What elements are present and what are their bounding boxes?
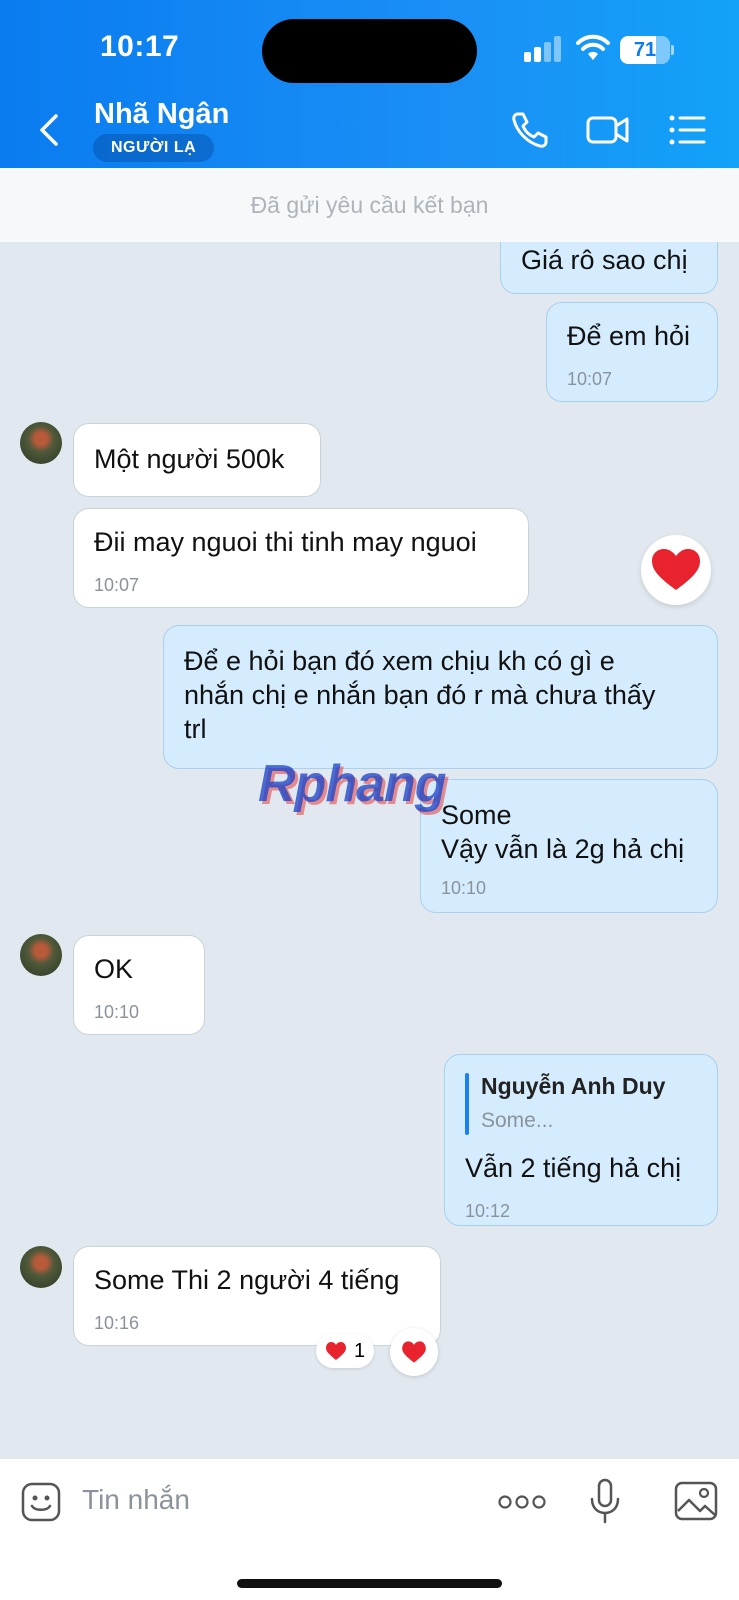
watermark-logo: Rphang [258, 755, 447, 813]
image-gallery-icon[interactable] [674, 1481, 718, 1521]
message-text: Để em hỏi [567, 321, 691, 351]
message-bubble-incoming[interactable]: Đii may nguoi thi tinh may nguoi 10:07 [73, 508, 529, 608]
microphone-icon[interactable] [588, 1477, 622, 1525]
cellular-signal-icon [524, 36, 561, 62]
heart-reaction-button[interactable] [641, 535, 711, 605]
message-bubble-outgoing[interactable]: Giá rô sao chị [500, 242, 718, 294]
message-input-bar: Tin nhắn [0, 1458, 739, 1600]
message-bubble-incoming[interactable]: Some Thi 2 người 4 tiếng 10:16 [73, 1246, 441, 1346]
more-options-icon[interactable] [498, 1493, 546, 1511]
message-time: 10:12 [465, 1201, 511, 1221]
menu-list-icon[interactable] [667, 108, 707, 152]
reply-snippet: Some... [481, 1109, 554, 1132]
message-list[interactable]: Giá rô sao chị Để em hỏi 10:07 Một người… [0, 242, 739, 1458]
heart-icon [326, 1342, 346, 1360]
status-time: 10:17 [100, 30, 180, 63]
message-text: Giá rô sao chị [521, 245, 688, 275]
battery-level: 71 [633, 39, 657, 61]
heart-icon [402, 1341, 426, 1363]
message-bubble-outgoing[interactable]: Để e hỏi bạn đó xem chịu kh có gì e nhắn… [163, 625, 718, 769]
stranger-badge: NGƯỜI LẠ [93, 134, 215, 162]
heart-reaction-button[interactable] [390, 1328, 438, 1376]
reply-quote-bar [465, 1073, 469, 1135]
message-bubble-outgoing[interactable]: Để em hỏi 10:07 [546, 302, 718, 402]
sticker-emoji-icon[interactable] [20, 1481, 62, 1523]
reaction-count: 1 [354, 1340, 366, 1362]
heart-icon [652, 549, 700, 590]
message-bubble-incoming[interactable]: Một người 500k [73, 423, 321, 497]
message-bubble-incoming[interactable]: OK 10:10 [73, 935, 205, 1035]
contact-avatar[interactable] [20, 422, 62, 464]
message-time: 10:10 [94, 1002, 140, 1022]
chat-header: 10:17 71 Nhã Ngân NGƯỜI LẠ [0, 0, 739, 168]
wifi-icon [576, 34, 610, 60]
battery-icon: 71 [620, 36, 674, 64]
message-time: 10:07 [94, 575, 140, 595]
back-chevron-icon[interactable] [30, 108, 70, 152]
message-text: Để e hỏi bạn đó xem chịu kh có gì e nhắn… [184, 646, 656, 744]
message-text: OK [94, 954, 134, 984]
message-bubble-outgoing-reply[interactable]: Nguyễn Anh Duy Some... Vẫn 2 tiếng hả ch… [444, 1054, 718, 1226]
message-time: 10:16 [94, 1313, 140, 1333]
message-bubble-outgoing[interactable]: Some Vậy vẫn là 2g hả chị 10:10 [420, 779, 718, 913]
contact-name[interactable]: Nhã Ngân [94, 98, 229, 131]
contact-avatar[interactable] [20, 934, 62, 976]
home-indicator [237, 1579, 502, 1588]
reply-author: Nguyễn Anh Duy [481, 1073, 666, 1099]
message-text: Đii may nguoi thi tinh may nguoi [94, 527, 477, 557]
message-text: Vẫn 2 tiếng hả chị [465, 1153, 682, 1183]
reaction-summary[interactable]: 1 [316, 1334, 374, 1368]
message-text: Some Vậy vẫn là 2g hả chị [441, 800, 685, 864]
message-text: Một người 500k [94, 444, 285, 474]
contact-avatar[interactable] [20, 1246, 62, 1288]
message-time: 10:10 [441, 878, 487, 898]
dynamic-island [262, 19, 477, 83]
friend-request-notice: Đã gửi yêu cầu kết bạn [0, 168, 739, 242]
message-input[interactable]: Tin nhắn [82, 1484, 190, 1516]
message-time: 10:07 [567, 369, 613, 389]
video-call-icon[interactable] [585, 108, 631, 152]
phone-call-icon[interactable] [508, 108, 552, 152]
message-text: Some Thi 2 người 4 tiếng [94, 1265, 400, 1295]
